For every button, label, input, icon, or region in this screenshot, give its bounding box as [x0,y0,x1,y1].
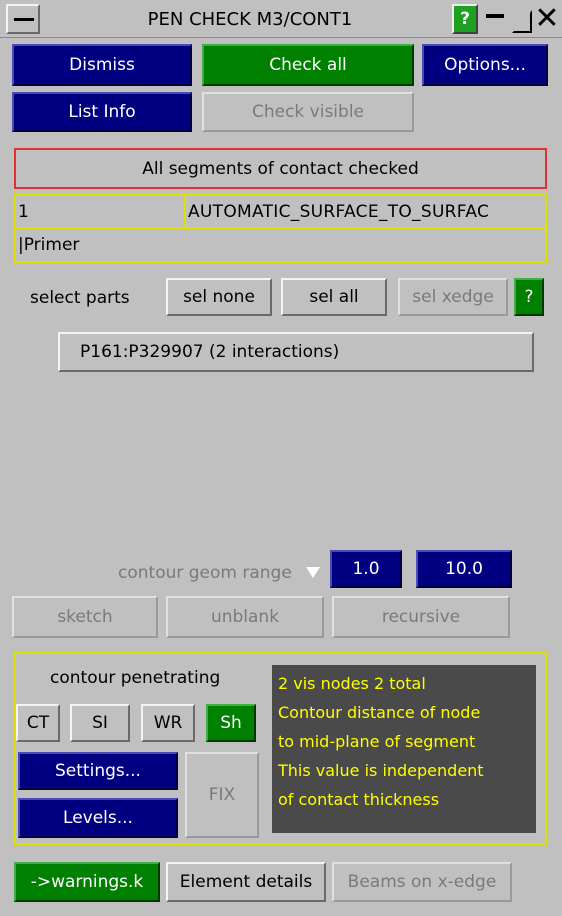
triangle-down-icon[interactable] [306,567,320,578]
dismiss-button[interactable]: Dismiss [12,44,192,86]
contact-name: |Primer [18,235,80,255]
part-list-item[interactable]: P161:P329907 (2 interactions) [58,332,534,372]
list-info-button[interactable]: List Info [12,92,192,132]
close-icon[interactable]: ✕ [534,4,560,34]
mode-wr-button[interactable]: WR [141,704,195,742]
range-min-field[interactable]: 1.0 [330,550,402,588]
parts-help-button[interactable]: ? [514,278,544,316]
mode-ct-button[interactable]: CT [16,704,60,742]
info-line: Contour distance of node [278,703,481,722]
contour-penetrating-label: contour penetrating [50,668,221,688]
maximize-icon[interactable] [508,4,534,34]
info-line: to mid-plane of segment [278,732,476,751]
range-max-field[interactable]: 10.0 [416,550,512,588]
fix-button[interactable]: FIX [185,752,259,838]
check-visible-button[interactable]: Check visible [202,92,414,132]
mode-sh-button[interactable]: Sh [206,704,256,742]
select-parts-label: select parts [30,288,130,308]
status-message: All segments of contact checked [14,148,547,189]
sketch-button[interactable]: sketch [12,596,158,638]
sel-none-button[interactable]: sel none [166,278,272,316]
window-title: PEN CHECK M3/CONT1 [147,8,353,30]
warnings-button[interactable]: ->warnings.k [14,862,160,902]
unblank-button[interactable]: unblank [166,596,324,638]
info-line: of contact thickness [278,790,440,809]
beams-on-xedge-button[interactable]: Beams on x-edge [332,862,512,902]
contact-id: 1 [16,196,186,229]
minimize-icon[interactable] [482,4,508,34]
settings-button[interactable]: Settings... [18,752,178,790]
check-all-button[interactable]: Check all [202,44,414,86]
sel-all-button[interactable]: sel all [281,278,387,316]
element-details-button[interactable]: Element details [166,862,326,902]
contour-info-box: 2 vis nodes 2 total Contour distance of … [272,665,536,833]
options-button[interactable]: Options... [422,44,548,86]
contour-geom-range-label: contour geom range [118,563,292,583]
menu-icon[interactable] [6,4,40,34]
title-bar[interactable]: PEN CHECK M3/CONT1 ? ✕ [0,0,562,38]
contact-info-panel: 1 AUTOMATIC_SURFACE_TO_SURFAC |Primer [14,194,547,263]
recursive-button[interactable]: recursive [332,596,510,638]
sel-xedge-button[interactable]: sel xedge [398,278,508,316]
mode-si-button[interactable]: SI [70,704,130,742]
help-icon[interactable]: ? [452,4,478,34]
info-line: 2 vis nodes 2 total [278,674,426,693]
levels-button[interactable]: Levels... [18,798,178,838]
info-line: This value is independent [278,761,484,780]
contact-type: AUTOMATIC_SURFACE_TO_SURFAC [186,196,545,229]
